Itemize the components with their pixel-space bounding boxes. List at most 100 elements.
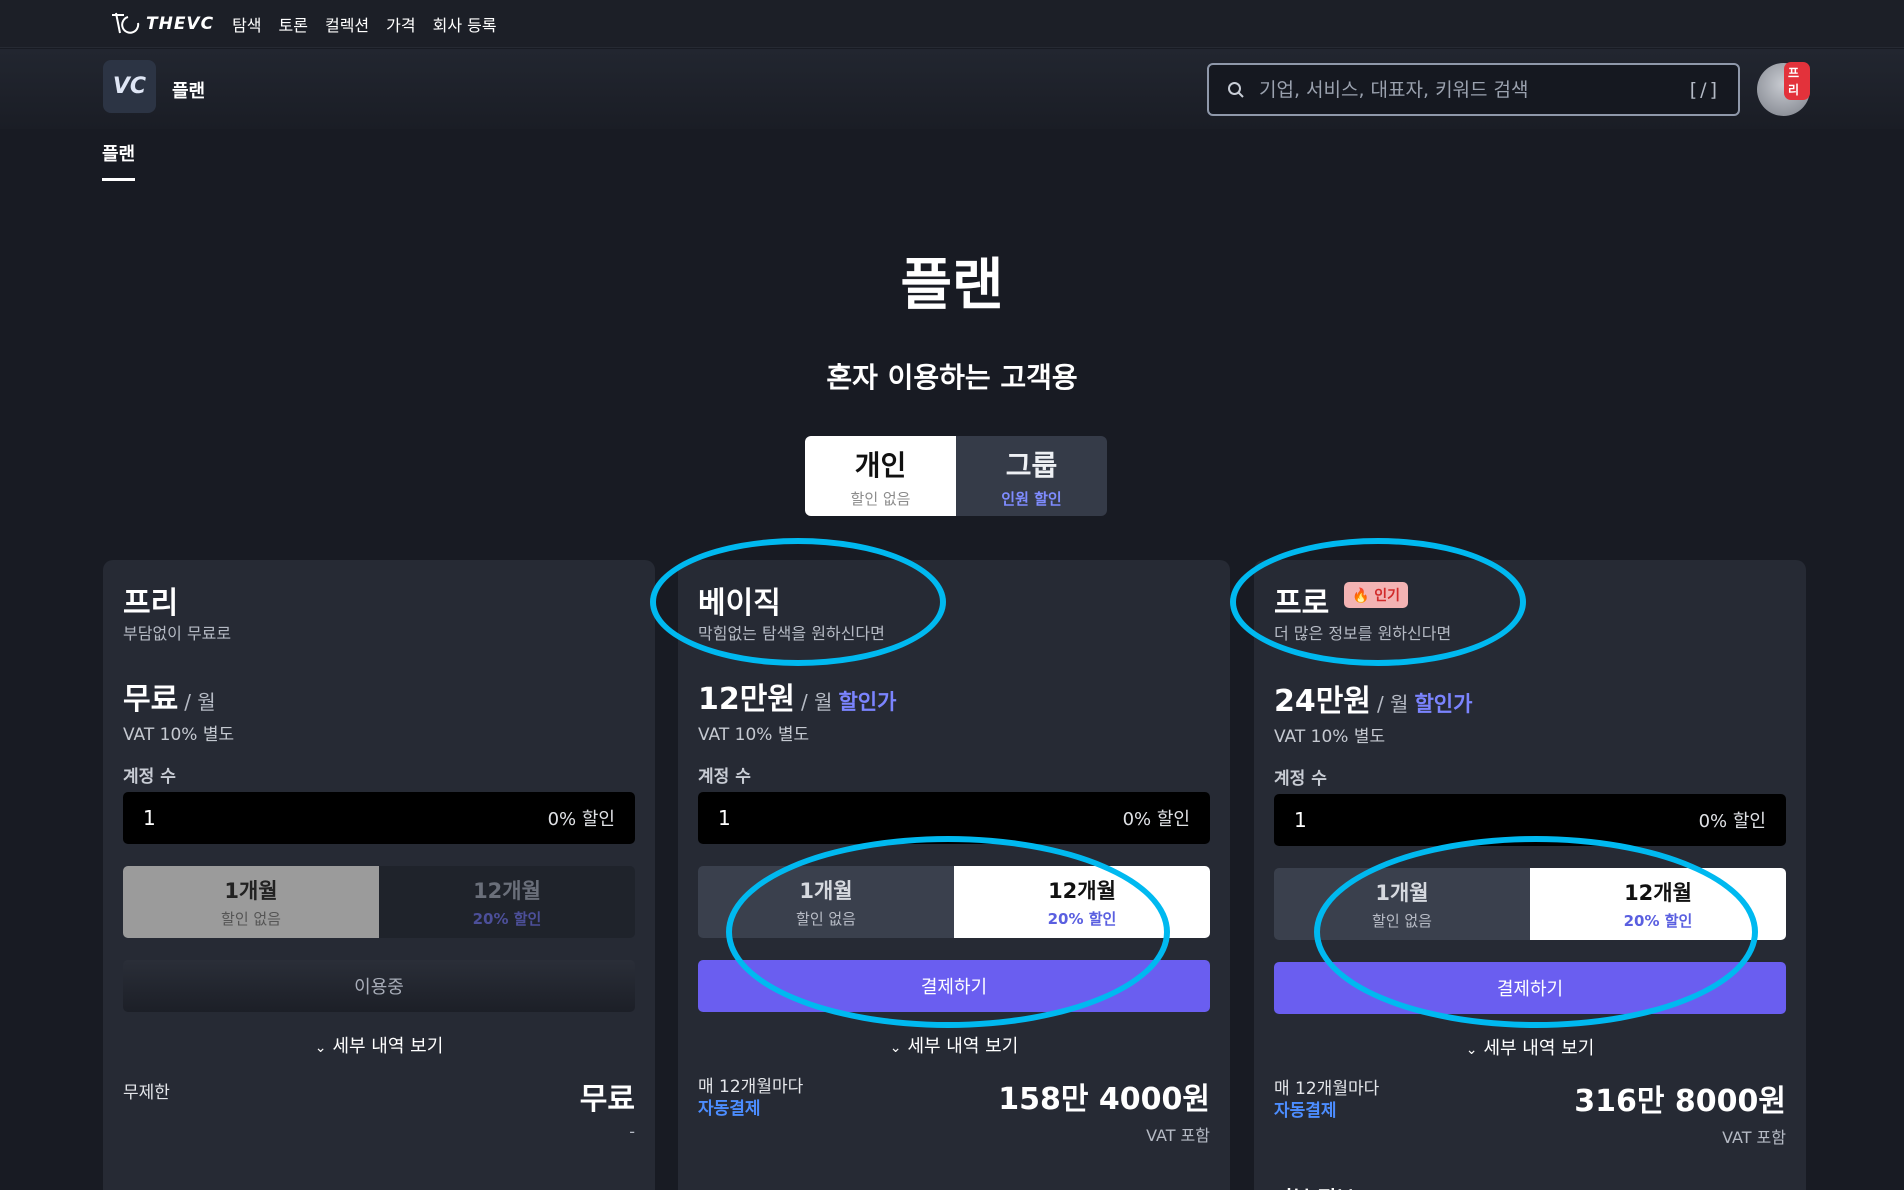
period-1-month-label: 1개월 (799, 879, 853, 903)
period-1-month-label: 1개월 (224, 879, 278, 903)
nav-discussion[interactable]: 토론 (279, 12, 308, 36)
search-input[interactable] (1259, 78, 1690, 101)
chevron-down-icon: ⌄ (1465, 1042, 1478, 1058)
period-12-months-sub: 20% 할인 (1047, 910, 1117, 928)
plan-tagline: 부담없이 무료로 (123, 624, 232, 643)
account-count-input[interactable]: 1 0% 할인 (1274, 794, 1786, 846)
total-note: - (629, 1122, 635, 1141)
brand-logo[interactable]: THEVC (110, 11, 214, 37)
chevron-down-icon: ⌄ (889, 1040, 902, 1056)
billing-cycle: 매 12개월마다 자동결제 (1274, 1078, 1379, 1122)
nav-explore[interactable]: 탐색 (232, 12, 261, 36)
view-details-label: 세부 내역 보기 (1483, 1038, 1595, 1059)
period-1-month[interactable]: 1개월 할인 없음 (1274, 868, 1530, 940)
view-details-label: 세부 내역 보기 (907, 1036, 1019, 1057)
period-12-months-label: 12개월 (1048, 879, 1116, 903)
pay-button[interactable]: 결제하기 (1274, 962, 1786, 1014)
period-12-months-sub: 20% 할인 (1623, 912, 1693, 930)
account-count-label: 계정 수 (123, 767, 176, 787)
brand-name: THEVC (146, 13, 215, 34)
billing-period-toggle: 1개월 할인 없음 12개월 20% 할인 (123, 866, 635, 938)
toggle-individual[interactable]: 개인 할인 없음 (805, 436, 956, 516)
plan-name: 프리 (123, 586, 179, 621)
price-row: 무료 / 월 (123, 674, 216, 718)
billing-cycle: 무제한 (123, 1083, 170, 1103)
toggle-group-label: 그룹 (1005, 448, 1058, 482)
search-icon (1228, 81, 1244, 98)
tab-plan[interactable]: 플랜 (102, 140, 136, 181)
period-1-month-label: 1개월 (1375, 881, 1429, 905)
nav-collection[interactable]: 컬렉션 (325, 12, 369, 36)
plan-name: 베이직 (698, 586, 781, 621)
period-1-month-sub: 할인 없음 (221, 910, 281, 928)
section-badge[interactable]: VC (103, 60, 156, 113)
page-title: 플랜 (900, 253, 1004, 318)
discount-price-label: 할인가 (1414, 692, 1473, 716)
price-period: / 월 (800, 690, 833, 714)
billing-cycle-text: 매 12개월마다 (1274, 1079, 1380, 1099)
account-count-label: 계정 수 (1274, 769, 1327, 789)
account-count-label: 계정 수 (698, 767, 751, 787)
chevron-down-icon: ⌄ (314, 1040, 327, 1056)
popular-badge: 🔥 인기 (1344, 582, 1409, 608)
plan-type-toggle: 개인 할인 없음 그룹 인원 할인 (805, 436, 1107, 516)
period-12-months[interactable]: 12개월 20% 할인 (1530, 868, 1786, 940)
period-12-months-label: 12개월 (473, 879, 541, 903)
price-period: / 월 (1376, 692, 1409, 716)
account-discount: 0% 할인 (547, 809, 615, 830)
vat-note: VAT 10% 별도 (698, 725, 810, 745)
toggle-individual-sub: 할인 없음 (850, 489, 911, 508)
total-price: 316만 8000원 (1574, 1084, 1786, 1119)
current-plan-button[interactable]: 이용중 (123, 960, 635, 1012)
account-discount: 0% 할인 (1122, 809, 1190, 830)
account-count-input[interactable]: 1 0% 할인 (698, 792, 1210, 844)
price-row: 12만원 / 월 할인가 (698, 674, 896, 718)
discount-price-label: 할인가 (838, 690, 897, 714)
period-12-months-sub: 20% 할인 (472, 910, 542, 928)
total-note: VAT 포함 (1722, 1128, 1786, 1147)
total-block: 158만 4000원 VAT 포함 (998, 1074, 1210, 1146)
period-12-months[interactable]: 12개월 20% 할인 (954, 866, 1210, 938)
period-1-month[interactable]: 1개월 할인 없음 (123, 866, 379, 938)
billing-period-toggle: 1개월 할인 없음 12개월 20% 할인 (698, 866, 1210, 938)
pay-button[interactable]: 결제하기 (698, 960, 1210, 1012)
toggle-group[interactable]: 그룹 인원 할인 (956, 436, 1107, 516)
view-details-link[interactable]: ⌄ 세부 내역 보기 (678, 1032, 1230, 1058)
auto-payment-label: 자동결제 (698, 1099, 761, 1119)
basic-info-heading: 기본 정보 (1274, 1182, 1355, 1190)
section-title: 플랜 (172, 81, 206, 102)
plan-card-basic: 베이직 막힘없는 탐색을 원하신다면 12만원 / 월 할인가 VAT 10% … (678, 560, 1230, 1190)
total-block: 무료 - (580, 1074, 635, 1141)
view-details-link[interactable]: ⌄ 세부 내역 보기 (1254, 1034, 1806, 1060)
top-navigation: THEVC 탐색 토론 컬렉션 가격 회사 등록 (0, 0, 1904, 48)
account-count-value: 1 (718, 806, 731, 830)
billing-cycle-text: 매 12개월마다 (698, 1077, 804, 1097)
plan-tagline: 더 많은 정보를 원하신다면 (1274, 624, 1452, 643)
sub-header: VC 플랜 [/] 프리 (0, 49, 1904, 129)
search-shortcut-hint: [/] (1689, 78, 1720, 101)
period-1-month-sub: 할인 없음 (796, 910, 856, 928)
total-note: VAT 포함 (1146, 1126, 1210, 1145)
view-details-label: 세부 내역 보기 (332, 1036, 444, 1057)
period-1-month[interactable]: 1개월 할인 없음 (698, 866, 954, 938)
toggle-individual-label: 개인 (854, 448, 907, 482)
plan-badge: 프리 (1784, 62, 1810, 100)
account-count-input[interactable]: 1 0% 할인 (123, 792, 635, 844)
plan-tagline: 막힘없는 탐색을 원하신다면 (698, 624, 885, 643)
total-price: 158만 4000원 (998, 1082, 1210, 1117)
plan-price: 24만원 (1274, 684, 1371, 719)
view-details-link[interactable]: ⌄ 세부 내역 보기 (103, 1032, 655, 1058)
account-count-value: 1 (1294, 808, 1307, 832)
nav-pricing[interactable]: 가격 (386, 12, 415, 36)
logo-mark-icon (112, 12, 140, 34)
total-price: 무료 (579, 1082, 635, 1117)
section-badge-label: VC (112, 74, 147, 99)
user-avatar[interactable]: 프리 (1757, 62, 1810, 116)
period-12-months[interactable]: 12개월 20% 할인 (379, 866, 635, 938)
toggle-group-sub: 인원 할인 (1001, 489, 1062, 508)
auto-payment-label: 자동결제 (1274, 1101, 1337, 1121)
plan-name: 프로 (1274, 586, 1330, 621)
period-12-months-label: 12개월 (1624, 881, 1692, 905)
search-box[interactable]: [/] (1207, 63, 1740, 116)
nav-register-company[interactable]: 회사 등록 (433, 12, 497, 36)
